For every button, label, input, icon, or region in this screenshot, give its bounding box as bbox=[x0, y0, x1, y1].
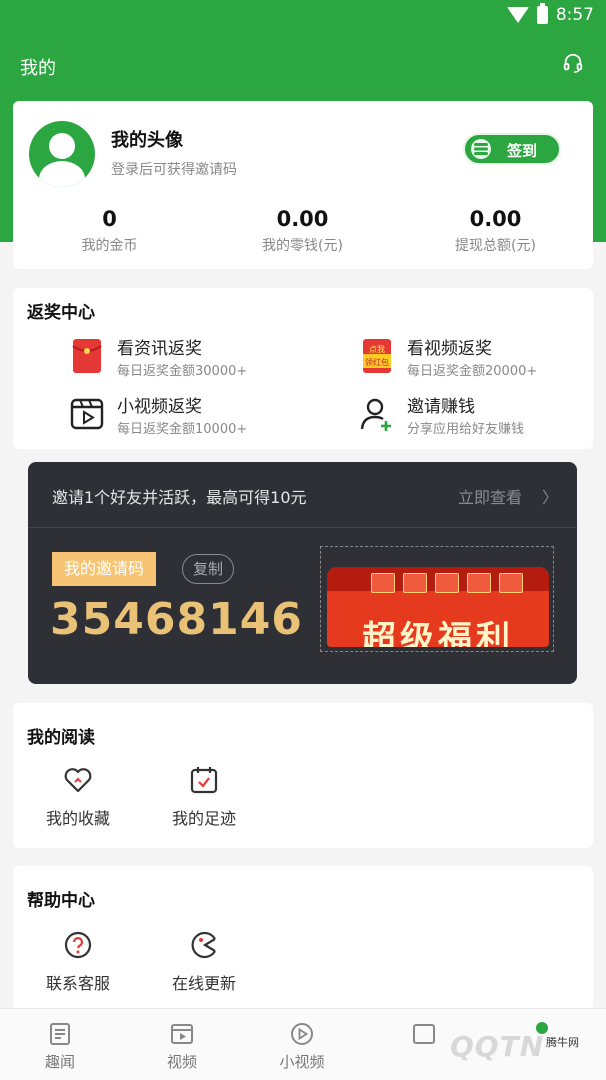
stat-label: 提现总额(元) bbox=[455, 238, 536, 254]
news-icon bbox=[50, 1023, 70, 1045]
play-circle-icon bbox=[291, 1023, 313, 1045]
avatar[interactable] bbox=[29, 121, 95, 187]
tile-label: 我的收藏 bbox=[45, 809, 110, 828]
status-time: 8:57 bbox=[555, 5, 594, 25]
profile-card: 我的头像 登录后可获得邀请码 签到 0 我的金币 0.00 我的零钱(元) 0.… bbox=[13, 101, 593, 269]
packet-badge-bottom: 领红包 bbox=[365, 357, 389, 367]
signin-label: 签到 bbox=[507, 142, 538, 160]
stat-value: 0.00 bbox=[276, 207, 329, 231]
packet-badge-top: 点我 bbox=[369, 344, 385, 354]
tile-label: 联系客服 bbox=[45, 974, 110, 993]
person-icon bbox=[536, 1022, 548, 1034]
app-bar: 我的 bbox=[0, 34, 606, 98]
reward-label: 看资讯返奖 bbox=[117, 339, 202, 359]
nav-label: 视频 bbox=[166, 1053, 197, 1071]
page-title: 我的 bbox=[20, 58, 56, 79]
envelope-icon bbox=[467, 573, 491, 593]
wifi-icon bbox=[506, 7, 529, 23]
battery-icon bbox=[536, 3, 548, 24]
video-icon bbox=[171, 1024, 193, 1044]
tile-online-update[interactable]: 在线更新 bbox=[139, 930, 269, 994]
reward-label: 小视频返奖 bbox=[117, 397, 202, 417]
reward-center-title: 返奖中心 bbox=[27, 303, 95, 323]
stat-label: 我的零钱(元) bbox=[262, 238, 343, 254]
nav-item-video[interactable]: 视频 bbox=[132, 1021, 232, 1072]
reward-sub: 每日返奖金额10000+ bbox=[117, 422, 248, 437]
tile-label: 我的足迹 bbox=[171, 809, 236, 828]
clapper-icon bbox=[70, 398, 104, 430]
profile-nickname[interactable]: 我的头像 bbox=[111, 126, 183, 152]
nav-label: 趣闻 bbox=[44, 1053, 75, 1071]
invite-banner: 邀请1个好友并活跃，最高可得10元 立即查看 〉 我的邀请码 复制 354681… bbox=[28, 462, 577, 684]
update-icon bbox=[191, 931, 216, 959]
stat-withdrawn[interactable]: 0.00 提现总额(元) bbox=[399, 207, 592, 255]
headset-icon[interactable] bbox=[562, 52, 584, 74]
envelope-icon bbox=[499, 573, 523, 593]
view-now-link[interactable]: 立即查看 bbox=[458, 484, 522, 508]
status-bar: 8:57 bbox=[0, 0, 606, 34]
reading-title: 我的阅读 bbox=[27, 728, 95, 748]
watermark: QQTN 腾牛网 bbox=[400, 1018, 600, 1078]
add-user-icon bbox=[360, 398, 391, 431]
reward-center-card: 返奖中心 看资讯返奖 每日返奖金额30000+ 点我 领红包 看视频返奖 每日返… bbox=[13, 288, 593, 449]
chevron-right-icon: 〉 bbox=[542, 488, 559, 507]
nav-item-short-video[interactable]: 小视频 bbox=[252, 1021, 352, 1072]
envelope-icon bbox=[371, 573, 395, 593]
reward-sub: 每日返奖金额30000+ bbox=[117, 364, 248, 379]
heart-icon bbox=[64, 768, 92, 793]
reward-sub: 分享应用给好友赚钱 bbox=[407, 422, 525, 437]
reading-card: 我的阅读 我的收藏 我的足迹 bbox=[13, 703, 593, 848]
watermark-site: 腾牛网 bbox=[546, 1036, 579, 1049]
stat-coins[interactable]: 0 我的金币 bbox=[13, 207, 206, 255]
invite-headline: 邀请1个好友并活跃，最高可得10元 bbox=[52, 488, 307, 507]
reward-label: 邀请赚钱 bbox=[407, 397, 475, 417]
stat-value: 0 bbox=[102, 207, 117, 231]
nav-item-news[interactable]: 趣闻 bbox=[10, 1021, 110, 1072]
signin-button[interactable]: 签到 bbox=[463, 133, 561, 165]
welfare-text: 超级福利 bbox=[362, 619, 514, 647]
invite-code-tag: 我的邀请码 bbox=[52, 552, 157, 586]
stat-change[interactable]: 0.00 我的零钱(元) bbox=[206, 207, 399, 255]
tile-favorites[interactable]: 我的收藏 bbox=[13, 765, 143, 829]
tile-history[interactable]: 我的足迹 bbox=[139, 765, 269, 829]
help-card: 帮助中心 联系客服 在线更新 bbox=[13, 866, 593, 1011]
reward-label: 看视频返奖 bbox=[407, 339, 492, 359]
reward-sub: 每日返奖金额20000+ bbox=[407, 364, 538, 379]
profile-subtitle: 登录后可获得邀请码 bbox=[111, 162, 237, 178]
invite-code: 35468146 bbox=[50, 594, 303, 645]
copy-button[interactable]: 复制 bbox=[182, 554, 235, 584]
watermark-logo: QQTN bbox=[450, 1030, 545, 1063]
reward-item-video[interactable]: 点我 领红包 看视频返奖 每日返奖金额20000+ bbox=[359, 334, 599, 379]
coins-icon bbox=[471, 139, 491, 159]
reward-item-invite[interactable]: 邀请赚钱 分享应用给好友赚钱 bbox=[359, 392, 599, 437]
question-icon bbox=[64, 931, 92, 959]
tile-contact-service[interactable]: 联系客服 bbox=[13, 930, 143, 994]
reward-item-short-video[interactable]: 小视频返奖 每日返奖金额10000+ bbox=[69, 392, 309, 437]
super-welfare-banner[interactable]: 超级福利 bbox=[320, 546, 554, 652]
red-envelope-icon bbox=[72, 339, 102, 373]
envelope-icon bbox=[403, 573, 427, 593]
stat-label: 我的金币 bbox=[81, 238, 138, 254]
red-packet-video-icon: 点我 领红包 bbox=[363, 339, 391, 373]
reward-item-news[interactable]: 看资讯返奖 每日返奖金额30000+ bbox=[69, 334, 309, 379]
envelope-icon bbox=[435, 573, 459, 593]
tile-label: 在线更新 bbox=[171, 974, 236, 993]
calendar-check-icon bbox=[190, 767, 218, 794]
stat-value: 0.00 bbox=[469, 207, 522, 231]
invite-header[interactable]: 邀请1个好友并活跃，最高可得10元 立即查看 〉 bbox=[28, 462, 577, 528]
nav-label: 小视频 bbox=[279, 1053, 325, 1071]
help-title: 帮助中心 bbox=[27, 891, 95, 911]
